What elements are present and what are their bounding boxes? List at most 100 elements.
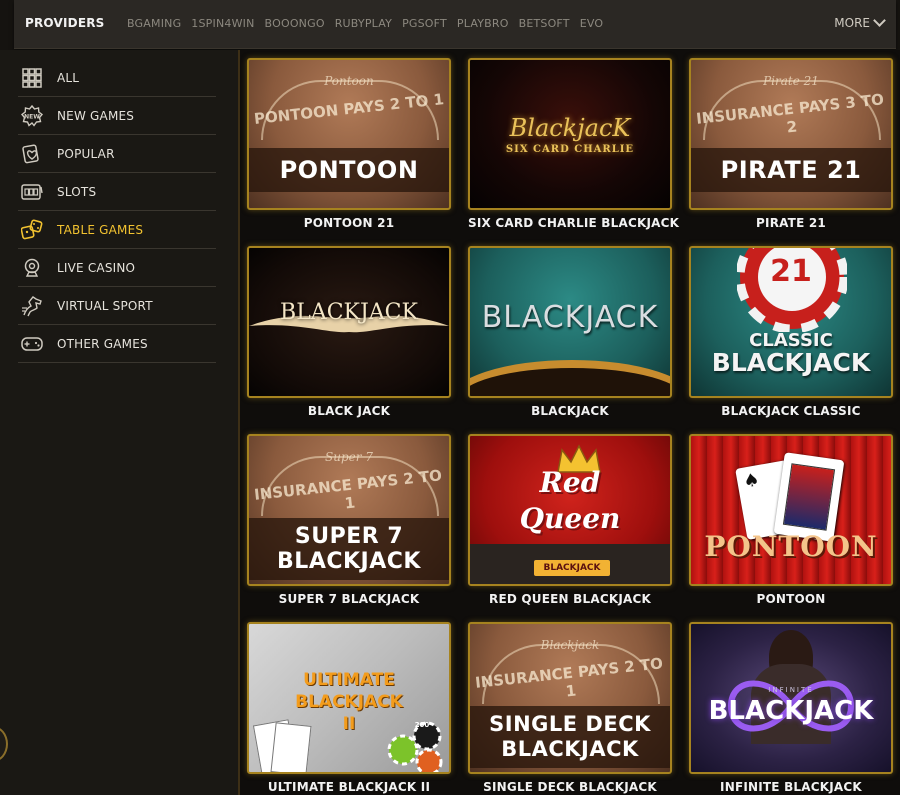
- provider-list: BGAMING 1SPIN4WIN BOOONGO RUBYPLAY PGSOF…: [127, 17, 603, 30]
- sidebar-item-virtual-sport[interactable]: VIRTUAL SPORT: [18, 287, 216, 325]
- sidebar-item-table-games[interactable]: TABLE GAMES: [18, 211, 216, 249]
- game-card-pontoon-21[interactable]: Pontoon PONTOON PAYS 2 TO 1 PONTOON PONT…: [247, 58, 451, 230]
- game-card-black-jack[interactable]: BLACKJACK BLACK JACK: [247, 246, 451, 418]
- category-sidebar: ALL NEW NEW GAMES POPULAR SLOTS TABLE GA…: [0, 50, 238, 795]
- horse-icon: [20, 294, 44, 318]
- provider-1spin4win[interactable]: 1SPIN4WIN: [191, 17, 254, 30]
- game-thumbnail: Red Queen BLACKJACK: [468, 434, 672, 586]
- new-badge-icon: NEW: [20, 104, 44, 128]
- heart-card-icon: [20, 142, 44, 166]
- sidebar-item-all[interactable]: ALL: [18, 59, 216, 97]
- game-thumbnail: Blackjack INSURANCE PAYS 2 TO 1 SINGLE D…: [468, 622, 672, 774]
- grid-icon: [20, 66, 44, 90]
- sidebar-item-label: ALL: [57, 70, 80, 85]
- chip-label: 21: [770, 254, 812, 289]
- thumb-title-line-1: SINGLE DECK: [489, 712, 651, 736]
- thumb-title-band: SUPER 7 BLACKJACK: [249, 518, 449, 580]
- sidebar-item-label: POPULAR: [57, 146, 115, 161]
- thumb-title-line-2: BLACKJACK: [711, 348, 871, 377]
- game-thumbnail: 200 ULTIMATE BLACKJACK II: [247, 622, 451, 774]
- provider-betsoft[interactable]: BETSOFT: [519, 17, 570, 30]
- slot-machine-icon: [20, 180, 44, 204]
- game-name: BLACK JACK: [307, 404, 391, 418]
- game-name: PIRATE 21: [756, 216, 826, 230]
- game-name: ULTIMATE BLACKJACK II: [267, 780, 431, 794]
- thumb-title-line-1: ULTIMATE: [303, 670, 395, 690]
- game-card-blackjack-classic[interactable]: 21 CLASSIC BLACKJACK BLACKJACK CLASSIC: [689, 246, 893, 418]
- game-card-ultimate-blackjack-ii[interactable]: 200 ULTIMATE BLACKJACK II ULTIMATE BLACK…: [247, 622, 451, 794]
- game-name: BLACKJACK: [531, 404, 609, 418]
- game-thumbnail: Super 7 INSURANCE PAYS 2 TO 1 SUPER 7 BL…: [247, 434, 451, 586]
- table-rail: [470, 360, 670, 396]
- game-card-pontoon[interactable]: ♠ PONTOON PONTOON: [689, 434, 893, 606]
- game-thumbnail: Pirate 21 INSURANCE PAYS 3 TO 2 PIRATE 2…: [689, 58, 893, 210]
- webcam-icon: [20, 256, 44, 280]
- game-card-blackjack[interactable]: BLACKJACK BLACKJACK: [468, 246, 672, 418]
- thumb-title-line-2: BLACKJACK: [501, 737, 639, 761]
- game-name: SUPER 7 BLACKJACK: [278, 592, 420, 606]
- providers-title: PROVIDERS: [25, 16, 105, 30]
- provider-bgaming[interactable]: BGAMING: [127, 17, 181, 30]
- game-name: RED QUEEN BLACKJACK: [489, 592, 651, 606]
- thumb-title-band: SINGLE DECK BLACKJACK: [470, 706, 670, 768]
- thumb-title-line-3: II: [342, 714, 356, 734]
- provider-pgsoft[interactable]: PGSOFT: [402, 17, 447, 30]
- thumb-subtitle: SIX CARD CHARLIE: [505, 144, 635, 155]
- thumb-title: BlackjacK: [509, 114, 631, 142]
- sidebar-item-label: SLOTS: [57, 184, 97, 199]
- game-card-six-card-charlie[interactable]: BlackjacK SIX CARD CHARLIE SIX CARD CHAR…: [468, 58, 680, 230]
- sidebar-item-label: TABLE GAMES: [57, 222, 144, 237]
- sidebar-item-live-casino[interactable]: LIVE CASINO: [18, 249, 216, 287]
- thumb-title-line-1: Red: [539, 466, 601, 499]
- providers-bar: PROVIDERS BGAMING 1SPIN4WIN BOOONGO RUBY…: [14, 0, 896, 49]
- sidebar-item-other-games[interactable]: OTHER GAMES: [18, 325, 216, 363]
- game-name: SINGLE DECK BLACKJACK: [483, 780, 657, 794]
- gamepad-icon: [20, 332, 44, 356]
- provider-evo[interactable]: EVO: [580, 17, 604, 30]
- thumb-subtitle: INFINITE: [768, 686, 814, 694]
- game-card-infinite-blackjack[interactable]: INFINITE BLACKJACK INFINITE BLACKJACK: [689, 622, 893, 794]
- provider-playbro[interactable]: PLAYBRO: [457, 17, 509, 30]
- thumb-title-line-2: BLACKJACK: [295, 692, 403, 712]
- playing-card-king: [773, 452, 845, 542]
- game-name: SIX CARD CHARLIE BLACKJACK: [468, 216, 680, 230]
- provider-booongo[interactable]: BOOONGO: [265, 17, 325, 30]
- thumb-title-line-2: Queen: [519, 502, 621, 535]
- game-card-pirate-21[interactable]: Pirate 21 INSURANCE PAYS 3 TO 2 PIRATE 2…: [689, 58, 893, 230]
- provider-rubyplay[interactable]: RUBYPLAY: [335, 17, 392, 30]
- thumb-title: BLACKJACK: [708, 696, 874, 726]
- game-thumbnail: INFINITE BLACKJACK: [689, 622, 893, 774]
- game-thumbnail: BLACKJACK: [247, 246, 451, 398]
- thumb-title: BLACKJACK: [280, 300, 418, 325]
- scroll-handle[interactable]: [0, 726, 8, 762]
- thumb-subtitle: BLACKJACK: [534, 560, 610, 576]
- game-thumbnail: ♠ PONTOON: [689, 434, 893, 586]
- sidebar-item-slots[interactable]: SLOTS: [18, 173, 216, 211]
- sidebar-item-popular[interactable]: POPULAR: [18, 135, 216, 173]
- game-card-super-7-blackjack[interactable]: Super 7 INSURANCE PAYS 2 TO 1 SUPER 7 BL…: [247, 434, 451, 606]
- game-thumbnail: Pontoon PONTOON PAYS 2 TO 1 PONTOON: [247, 58, 451, 210]
- svg-text:NEW: NEW: [24, 113, 40, 120]
- thumb-title-line-1: SUPER 7: [294, 524, 404, 549]
- chevron-down-icon: [873, 14, 886, 27]
- game-grid-panel: Pontoon PONTOON PAYS 2 TO 1 PONTOON PONT…: [238, 50, 900, 795]
- sidebar-item-new-games[interactable]: NEW NEW GAMES: [18, 97, 216, 135]
- dice-icon: [20, 218, 44, 242]
- sidebar-item-label: NEW GAMES: [57, 108, 135, 123]
- game-thumbnail: 21 CLASSIC BLACKJACK: [689, 246, 893, 398]
- sidebar-item-label: OTHER GAMES: [57, 336, 148, 351]
- game-card-red-queen-blackjack[interactable]: Red Queen BLACKJACK RED QUEEN BLACKJACK: [468, 434, 672, 606]
- game-name: INFINITE BLACKJACK: [720, 780, 862, 794]
- more-label: MORE: [834, 16, 870, 30]
- sidebar-item-label: VIRTUAL SPORT: [57, 298, 153, 313]
- more-button[interactable]: MORE: [834, 14, 886, 30]
- game-name: PONTOON 21: [303, 216, 395, 230]
- game-card-single-deck-blackjack[interactable]: Blackjack INSURANCE PAYS 2 TO 1 SINGLE D…: [468, 622, 672, 794]
- sidebar-item-label: LIVE CASINO: [57, 260, 136, 275]
- game-name: BLACKJACK CLASSIC: [721, 404, 861, 418]
- game-name: PONTOON: [756, 592, 826, 606]
- thumb-title-line-2: BLACKJACK: [277, 549, 421, 574]
- thumb-title: BLACKJACK: [481, 300, 659, 335]
- game-thumbnail: BLACKJACK: [468, 246, 672, 398]
- thumb-title: PONTOON: [704, 530, 878, 563]
